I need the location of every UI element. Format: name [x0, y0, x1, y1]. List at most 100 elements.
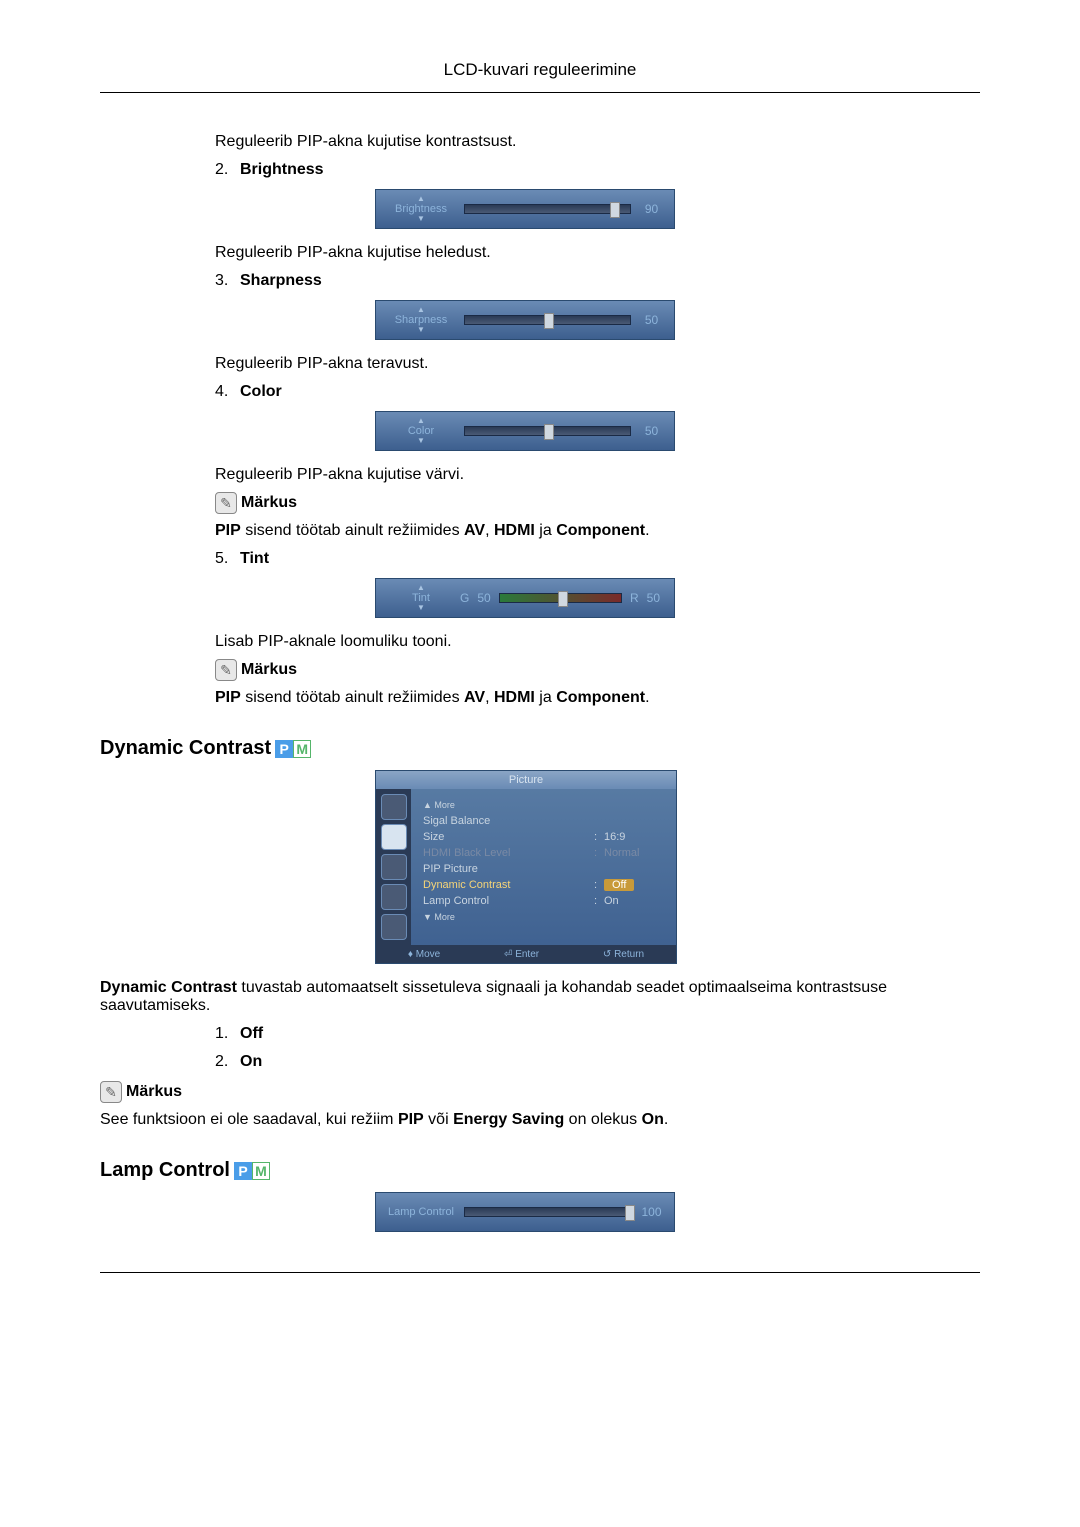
osd-body: ▲ More Sigal Balance Size:16:9 HDMI Blac… — [376, 789, 676, 945]
item-color: 4. Color — [215, 383, 980, 401]
dc-note-text: See funktsioon ei ole saadaval, kui reži… — [100, 1111, 980, 1129]
item-label: Off — [240, 1025, 263, 1043]
dynamic-contrast-heading: Dynamic Contrast P M — [100, 737, 980, 760]
note-icon: ✎ — [100, 1081, 122, 1103]
pm-icon: P M — [234, 1162, 270, 1180]
document-page: LCD-kuvari reguleerimine Reguleerib PIP-… — [0, 0, 1080, 1333]
osd-title: Picture — [376, 771, 676, 789]
text: See funktsioon ei ole saadaval, kui reži… — [100, 1111, 398, 1128]
lamp-control-heading: Lamp Control P M — [100, 1159, 980, 1182]
item-tint: 5. Tint — [215, 550, 980, 568]
osd-row-size: Size:16:9 — [423, 829, 664, 845]
slider-track — [464, 1207, 631, 1217]
item-number: 2. — [215, 161, 240, 179]
tint-track — [499, 593, 622, 603]
tint-r-label: R — [630, 591, 639, 605]
m-icon: M — [293, 740, 311, 758]
bold-text: Component — [556, 522, 645, 539]
osd-menu-icon — [381, 914, 407, 940]
brightness-slider-widget: ▲ Brightness ▼ 90 — [375, 189, 675, 229]
dc-description: Dynamic Contrast tuvastab automaatselt s… — [100, 979, 980, 1015]
bold-text: AV — [464, 689, 485, 706]
item-sharpness: 3. Sharpness — [215, 272, 980, 290]
item-label: Tint — [240, 550, 269, 568]
heading-text: Dynamic Contrast — [100, 737, 271, 760]
footer-rule — [100, 1272, 980, 1273]
slider-thumb — [625, 1205, 635, 1221]
intro-text: Reguleerib PIP-akna kujutise kontrastsus… — [215, 133, 980, 151]
osd-menu-icon — [381, 824, 407, 850]
tint-slider-widget: ▲ Tint ▼ G 50 R 50 — [375, 578, 675, 618]
footer-enter: ⏎ Enter — [504, 949, 539, 960]
arrow-down-icon: ▼ — [417, 604, 425, 612]
page-header: LCD-kuvari reguleerimine — [100, 60, 980, 93]
lamp-control-slider-widget: Lamp Control 100 — [375, 1192, 675, 1232]
tint-g-value: 50 — [477, 591, 490, 605]
text: ja — [535, 689, 556, 706]
item-number: 3. — [215, 272, 240, 290]
osd-row-signal-balance: Sigal Balance — [423, 813, 664, 829]
note-icon: ✎ — [215, 492, 237, 514]
item-label: On — [240, 1053, 262, 1071]
item-number: 2. — [215, 1053, 240, 1071]
color-slider-widget: ▲ Color ▼ 50 — [375, 411, 675, 451]
osd-menu-icon — [381, 794, 407, 820]
slider-value: 90 — [639, 202, 664, 216]
arrow-up-icon: ▲ — [417, 417, 425, 425]
slider-thumb — [544, 313, 554, 329]
osd-row-pip-picture: PIP Picture — [423, 861, 664, 877]
item-label: Sharpness — [240, 272, 322, 290]
sharpness-desc: Reguleerib PIP-akna teravust. — [215, 355, 980, 373]
tint-desc: Lisab PIP-aknale loomuliku tooni. — [215, 633, 980, 651]
item-label: Brightness — [240, 161, 324, 179]
slider-label-column: ▲ Sharpness ▼ — [386, 306, 456, 334]
slider-thumb — [544, 424, 554, 440]
item-brightness: 2. Brightness — [215, 161, 980, 179]
bold-text: Dynamic Contrast — [100, 979, 237, 996]
slider-label-column: Lamp Control — [386, 1206, 456, 1218]
note-label: Märkus — [126, 1083, 182, 1101]
bold-text: HDMI — [494, 522, 535, 539]
note-label: Märkus — [241, 494, 297, 512]
arrow-down-icon: ▼ — [417, 437, 425, 445]
text: on olekus — [564, 1111, 641, 1128]
bold-text: On — [642, 1111, 664, 1128]
bold-text: PIP — [215, 522, 241, 539]
osd-picture-menu: Picture ▲ More Sigal Balance Size:16:9 H… — [375, 770, 677, 964]
arrow-up-icon: ▲ — [417, 306, 425, 314]
slider-track — [464, 204, 631, 214]
content-body: Reguleerib PIP-akna kujutise kontrastsus… — [215, 133, 980, 1232]
arrow-down-icon: ▼ — [417, 326, 425, 334]
sharpness-slider-widget: ▲ Sharpness ▼ 50 — [375, 300, 675, 340]
note-row: ✎ Märkus — [215, 492, 980, 514]
arrow-down-icon: ▼ — [417, 215, 425, 223]
pm-icon: P M — [275, 740, 311, 758]
text: . — [664, 1111, 668, 1128]
p-icon: P — [234, 1162, 252, 1180]
arrow-up-icon: ▲ — [417, 195, 425, 203]
text: või — [424, 1111, 453, 1128]
tint-r-value: 50 — [647, 591, 660, 605]
slider-thumb — [610, 202, 620, 218]
m-icon: M — [252, 1162, 270, 1180]
color-desc: Reguleerib PIP-akna kujutise värvi. — [215, 466, 980, 484]
arrow-up-icon: ▲ — [417, 584, 425, 592]
footer-return: ↺ Return — [603, 949, 644, 960]
text: sisend töötab ainult režiimides — [241, 522, 464, 539]
osd-more-down: ▼ More — [423, 909, 664, 925]
brightness-desc: Reguleerib PIP-akna kujutise heledust. — [215, 244, 980, 262]
item-number: 1. — [215, 1025, 240, 1043]
osd-menu-icon — [381, 854, 407, 880]
text: ja — [535, 522, 556, 539]
slider-label-column: ▲ Brightness ▼ — [386, 195, 456, 223]
color-note-text: PIP sisend töötab ainult režiimides AV, … — [215, 522, 980, 540]
slider-track — [464, 315, 631, 325]
bold-text: AV — [464, 522, 485, 539]
p-icon: P — [275, 740, 293, 758]
item-number: 4. — [215, 383, 240, 401]
bold-text: Energy Saving — [453, 1111, 564, 1128]
note-row: ✎ Märkus — [215, 659, 980, 681]
text: , — [485, 689, 494, 706]
osd-row-dynamic-contrast: Dynamic Contrast:Off — [423, 877, 664, 893]
note-label: Märkus — [241, 661, 297, 679]
